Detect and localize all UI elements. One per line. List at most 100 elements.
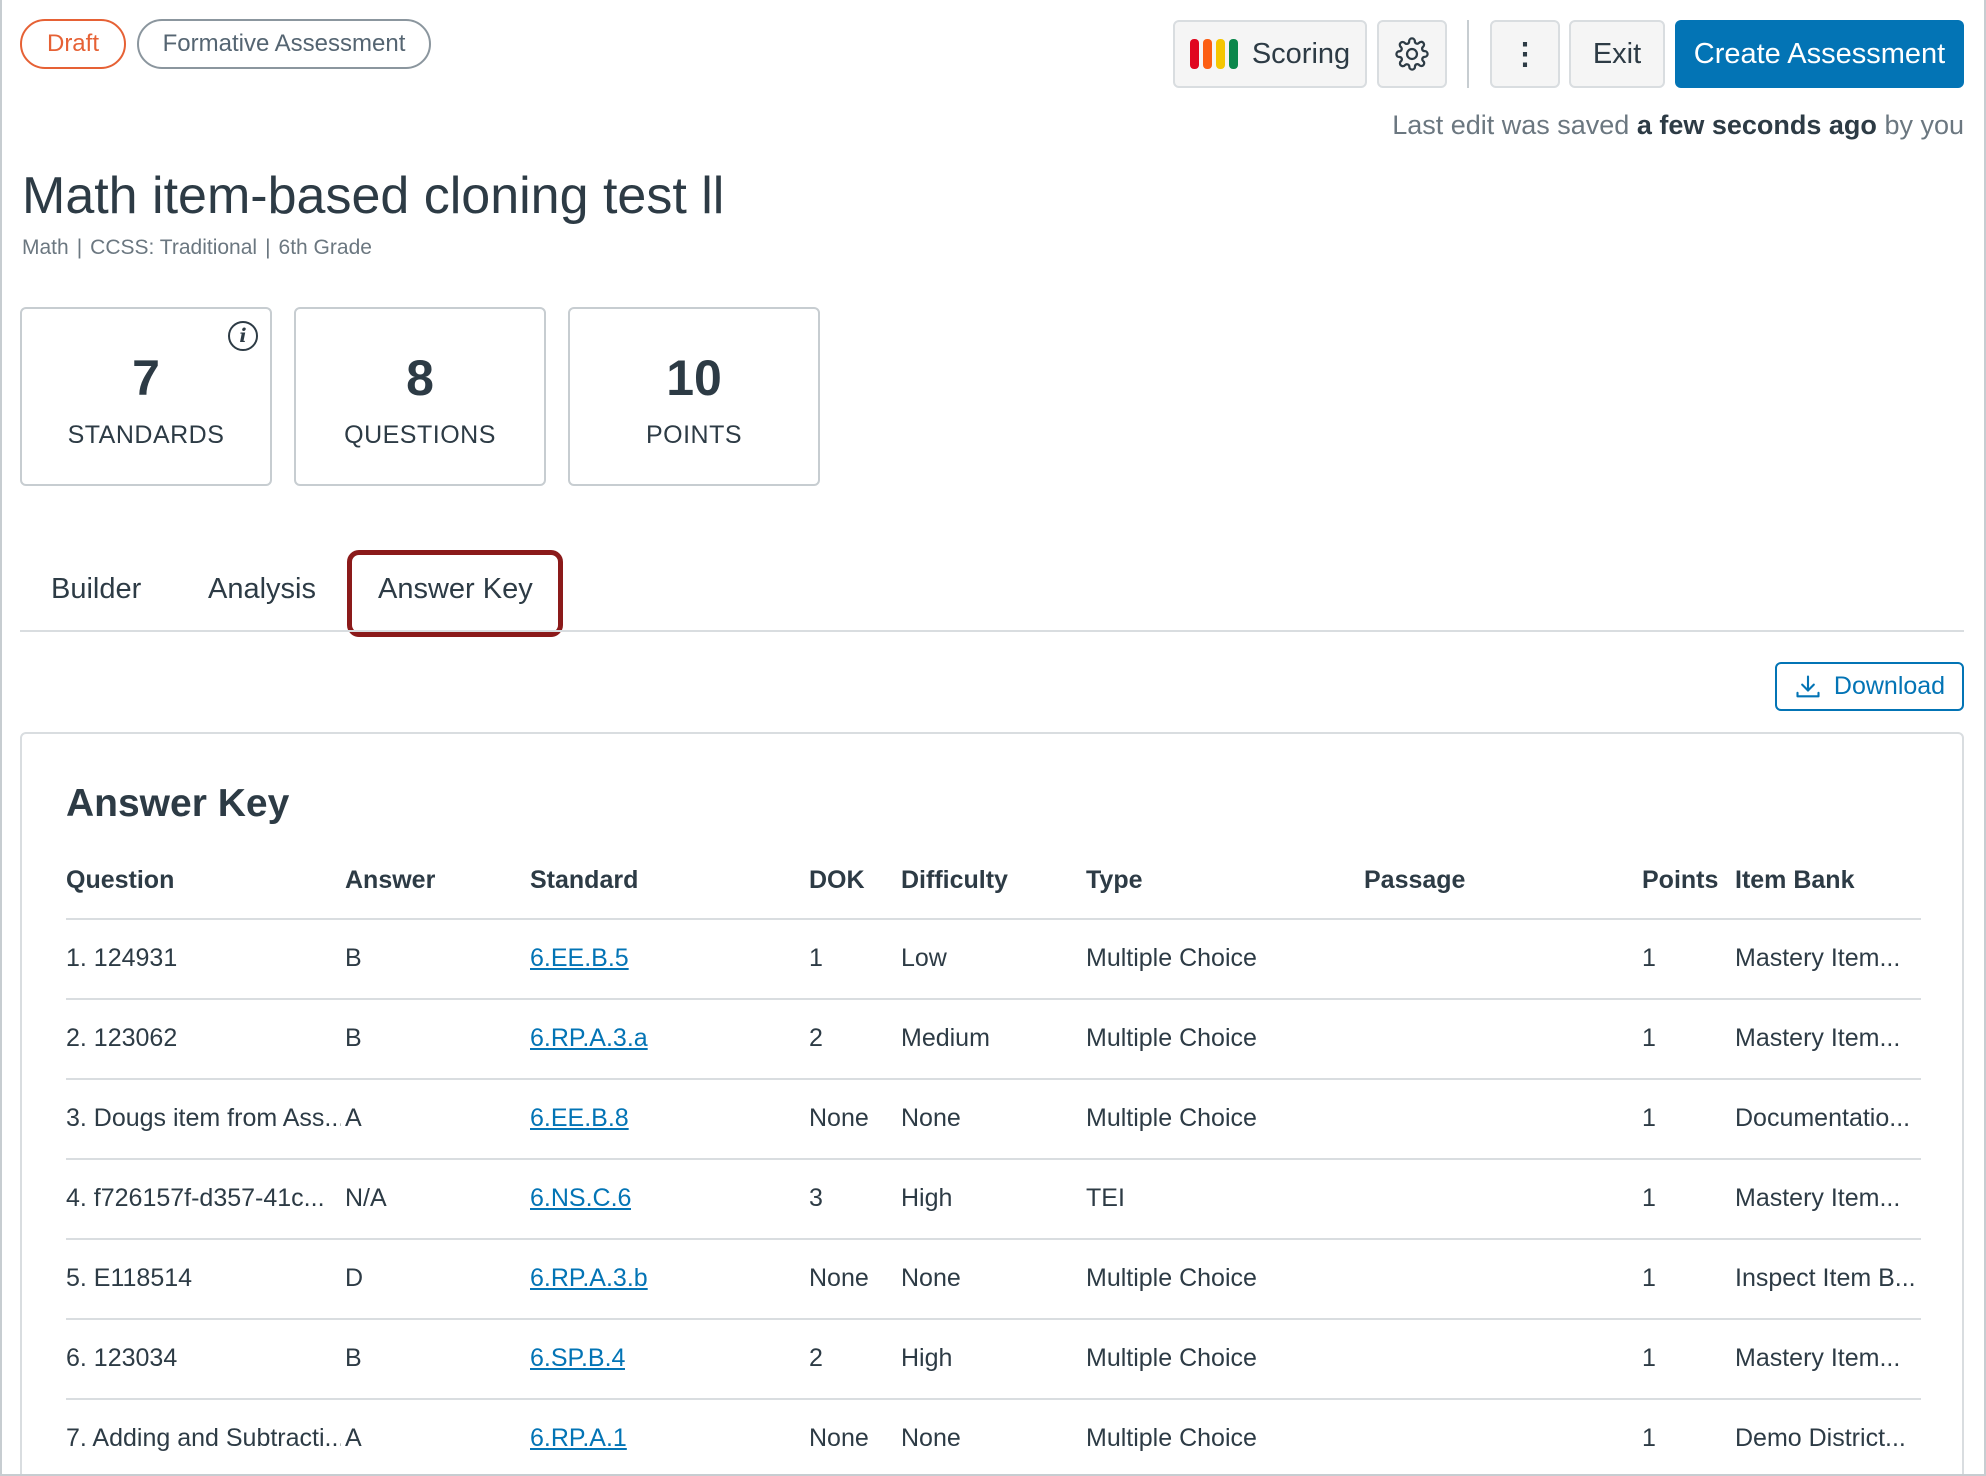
column-header-type: Type bbox=[1086, 866, 1143, 894]
gear-icon bbox=[1395, 37, 1429, 71]
last-edit-time: a few seconds ago bbox=[1636, 110, 1877, 140]
scoring-bar-green bbox=[1228, 39, 1238, 69]
meta-framework: CCSS: Traditional bbox=[90, 236, 258, 259]
cell-dok: 3 bbox=[809, 1184, 823, 1212]
cell-difficulty: None bbox=[901, 1264, 961, 1292]
cell-item-bank: Mastery Item... bbox=[1735, 944, 1901, 972]
stat-value: 7 bbox=[132, 350, 160, 406]
settings-button[interactable] bbox=[1377, 20, 1447, 88]
table-row-divider bbox=[66, 918, 1921, 920]
cell-difficulty: High bbox=[901, 1344, 953, 1372]
stat-label: STANDARDS bbox=[67, 421, 225, 449]
column-header-difficulty: Difficulty bbox=[901, 866, 1008, 894]
cell-points: 1 bbox=[1642, 1344, 1656, 1372]
cell-standard[interactable]: 6.SP.B.4 bbox=[530, 1344, 625, 1373]
cell-type: Multiple Choice bbox=[1086, 1424, 1257, 1452]
cell-standard[interactable]: 6.EE.B.5 bbox=[530, 944, 629, 973]
cell-answer: B bbox=[345, 1344, 362, 1372]
last-edit-status: Last edit was saved a few seconds ago by… bbox=[1392, 110, 1964, 141]
cell-dok: None bbox=[809, 1264, 869, 1292]
assessment-meta: Math | CCSS: Traditional | 6th Grade bbox=[22, 236, 372, 260]
meta-grade: 6th Grade bbox=[278, 236, 372, 259]
stat-label: QUESTIONS bbox=[344, 421, 496, 449]
column-header-question: Question bbox=[66, 866, 175, 894]
scoring-label: Scoring bbox=[1251, 37, 1351, 70]
scoring-bars-icon bbox=[1189, 39, 1238, 69]
cell-dok: 2 bbox=[809, 1344, 823, 1372]
more-options-button[interactable]: ⋮ bbox=[1490, 20, 1560, 88]
cell-points: 1 bbox=[1642, 1184, 1656, 1212]
cell-standard[interactable]: 6.NS.C.6 bbox=[530, 1184, 631, 1213]
download-button[interactable]: Download bbox=[1775, 662, 1964, 711]
status-badge: Draft bbox=[20, 19, 126, 69]
cell-standard[interactable]: 6.RP.A.1 bbox=[530, 1424, 627, 1453]
cell-answer: B bbox=[345, 944, 362, 972]
cell-item-bank: Inspect Item B... bbox=[1735, 1264, 1916, 1292]
cell-points: 1 bbox=[1642, 1424, 1656, 1452]
cell-points: 1 bbox=[1642, 944, 1656, 972]
stat-questions: 8 QUESTIONS bbox=[294, 307, 546, 486]
stat-standards: i 7 STANDARDS bbox=[20, 307, 272, 486]
exit-button[interactable]: Exit bbox=[1569, 20, 1665, 88]
cell-difficulty: High bbox=[901, 1184, 953, 1212]
cell-type: TEI bbox=[1086, 1184, 1125, 1212]
scoring-button[interactable]: Scoring bbox=[1173, 20, 1367, 88]
cell-item-bank: Mastery Item... bbox=[1735, 1184, 1901, 1212]
cell-standard[interactable]: 6.RP.A.3.b bbox=[530, 1264, 648, 1293]
toolbar-divider bbox=[1467, 20, 1469, 88]
scoring-bar-red bbox=[1189, 39, 1199, 69]
scroll-fade bbox=[22, 1450, 1962, 1476]
answer-key-heading: Answer Key bbox=[66, 782, 290, 825]
cell-question: 4. f726157f-d357-41c... bbox=[66, 1184, 325, 1212]
cell-dok: None bbox=[809, 1104, 869, 1132]
cell-dok: 2 bbox=[809, 1024, 823, 1052]
column-header-points: Points bbox=[1642, 866, 1719, 894]
cell-dok: None bbox=[809, 1424, 869, 1452]
meta-separator: | bbox=[76, 236, 83, 259]
cell-answer: D bbox=[345, 1264, 364, 1292]
cell-answer: A bbox=[345, 1424, 362, 1452]
cell-question: 3. Dougs item from Ass... bbox=[66, 1104, 341, 1132]
info-icon[interactable]: i bbox=[228, 321, 258, 351]
create-assessment-button[interactable]: Create Assessment bbox=[1675, 20, 1964, 88]
table-row-divider bbox=[66, 998, 1921, 1000]
last-edit-suffix: by you bbox=[1884, 110, 1964, 140]
assessment-type-badge: Formative Assessment bbox=[137, 19, 431, 69]
cell-difficulty: Medium bbox=[901, 1024, 990, 1052]
table-row-divider bbox=[66, 1238, 1921, 1240]
download-label: Download bbox=[1833, 672, 1946, 700]
cell-difficulty: Low bbox=[901, 944, 947, 972]
stat-points: 10 POINTS bbox=[568, 307, 820, 486]
vertical-ellipsis-icon: ⋮ bbox=[1510, 37, 1540, 71]
cell-question: 5. E118514 bbox=[66, 1264, 193, 1292]
assessment-page: Draft Formative Assessment Scoring ⋮ Exi… bbox=[0, 0, 1986, 1476]
scoring-bar-orange bbox=[1202, 39, 1212, 69]
tab-builder[interactable]: Builder bbox=[51, 573, 141, 606]
cell-item-bank: Mastery Item... bbox=[1735, 1344, 1901, 1372]
tab-analysis[interactable]: Analysis bbox=[208, 573, 316, 606]
stat-value: 10 bbox=[666, 350, 722, 406]
table-row-divider bbox=[66, 1398, 1921, 1400]
cell-type: Multiple Choice bbox=[1086, 944, 1257, 972]
table-row-divider bbox=[66, 1318, 1921, 1320]
column-header-dok: DOK bbox=[809, 866, 865, 894]
cell-question: 1. 124931 bbox=[66, 944, 178, 972]
cell-item-bank: Mastery Item... bbox=[1735, 1024, 1901, 1052]
download-icon bbox=[1796, 674, 1820, 697]
meta-subject: Math bbox=[22, 236, 69, 259]
cell-item-bank: Documentatio... bbox=[1735, 1104, 1911, 1132]
stat-label: POINTS bbox=[645, 421, 743, 449]
cell-type: Multiple Choice bbox=[1086, 1264, 1257, 1292]
cell-answer: A bbox=[345, 1104, 362, 1132]
cell-question: 7. Adding and Subtracti... bbox=[66, 1424, 341, 1452]
column-header-passage: Passage bbox=[1364, 866, 1466, 894]
cell-standard[interactable]: 6.RP.A.3.a bbox=[530, 1024, 648, 1053]
cell-answer: N/A bbox=[345, 1184, 387, 1212]
tab-answer-key[interactable]: Answer Key bbox=[378, 573, 533, 606]
cell-standard[interactable]: 6.EE.B.8 bbox=[530, 1104, 629, 1133]
stat-value: 8 bbox=[406, 350, 434, 406]
cell-question: 6. 123034 bbox=[66, 1344, 178, 1372]
cell-answer: B bbox=[345, 1024, 362, 1052]
scoring-bar-yellow bbox=[1215, 39, 1225, 69]
cell-type: Multiple Choice bbox=[1086, 1024, 1257, 1052]
